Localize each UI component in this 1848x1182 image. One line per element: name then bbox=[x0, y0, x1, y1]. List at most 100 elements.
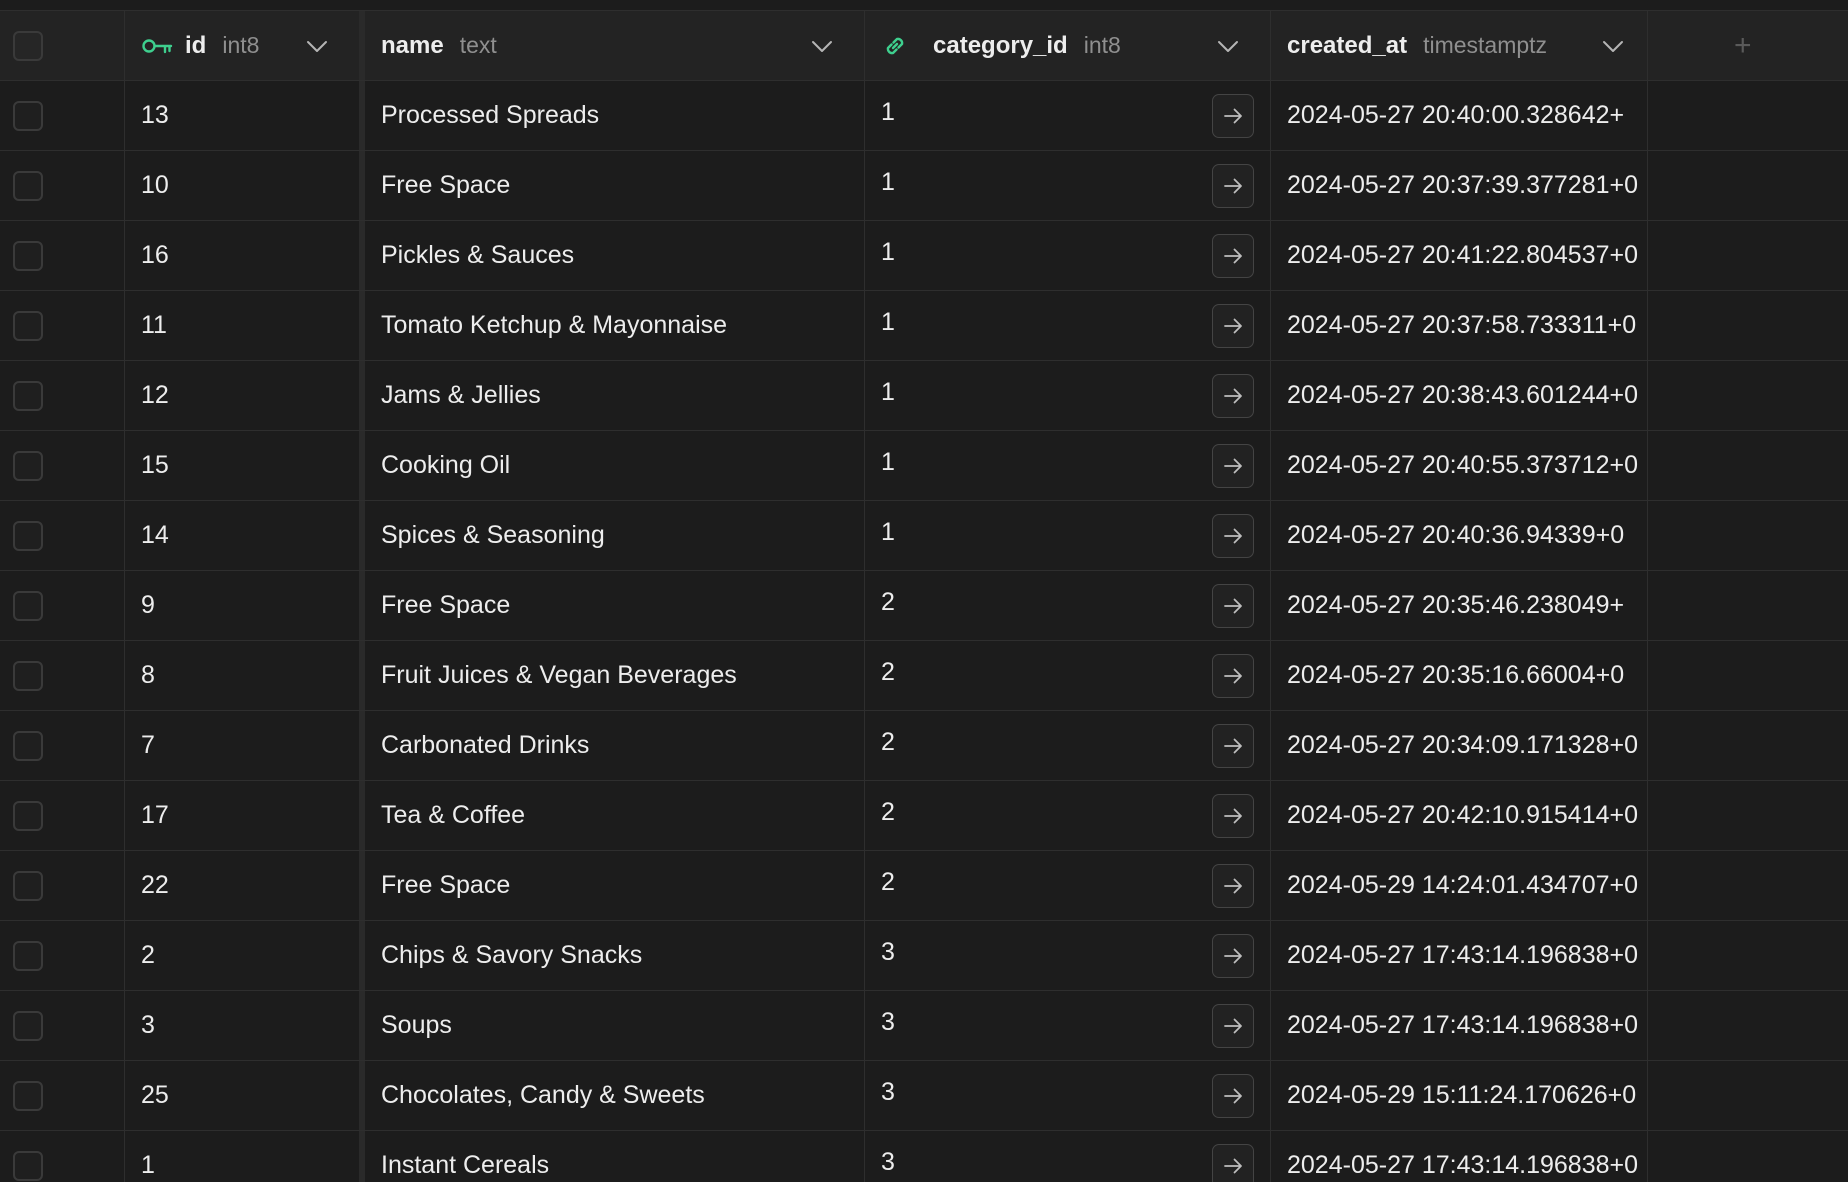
cell-name[interactable]: Free Space bbox=[365, 571, 865, 640]
cell-category-id[interactable]: 2 bbox=[865, 851, 1271, 920]
open-reference-button[interactable] bbox=[1212, 93, 1254, 138]
cell-category-id[interactable]: 2 bbox=[865, 711, 1271, 780]
cell-created-at[interactable]: 2024-05-27 20:40:55.373712+0 bbox=[1271, 431, 1648, 500]
cell-category-id[interactable]: 1 bbox=[865, 291, 1271, 360]
open-reference-button[interactable] bbox=[1212, 233, 1254, 278]
row-checkbox[interactable] bbox=[13, 1150, 43, 1181]
row-checkbox[interactable] bbox=[13, 1080, 43, 1111]
table-row[interactable]: 10 Free Space 1 2024-05-27 20:37:39.3772… bbox=[0, 151, 1848, 221]
cell-category-id[interactable]: 3 bbox=[865, 921, 1271, 990]
cell-name[interactable]: Tea & Coffee bbox=[365, 781, 865, 850]
column-header-name[interactable]: name text bbox=[365, 11, 865, 80]
cell-category-id[interactable]: 1 bbox=[865, 431, 1271, 500]
open-reference-button[interactable] bbox=[1212, 863, 1254, 908]
cell-created-at[interactable]: 2024-05-27 17:43:14.196838+0 bbox=[1271, 991, 1648, 1060]
open-reference-button[interactable] bbox=[1212, 583, 1254, 628]
cell-name[interactable]: Cooking Oil bbox=[365, 431, 865, 500]
cell-name[interactable]: Processed Spreads bbox=[365, 81, 865, 150]
cell-category-id[interactable]: 3 bbox=[865, 1131, 1271, 1182]
table-row[interactable]: 12 Jams & Jellies 1 2024-05-27 20:38:43.… bbox=[0, 361, 1848, 431]
cell-id[interactable]: 2 bbox=[125, 921, 365, 990]
select-all-checkbox[interactable] bbox=[13, 30, 43, 61]
row-checkbox[interactable] bbox=[13, 450, 43, 481]
cell-category-id[interactable]: 1 bbox=[865, 81, 1271, 150]
cell-name[interactable]: Free Space bbox=[365, 151, 865, 220]
cell-created-at[interactable]: 2024-05-27 20:37:39.377281+0 bbox=[1271, 151, 1648, 220]
cell-id[interactable]: 3 bbox=[125, 991, 365, 1060]
cell-category-id[interactable]: 1 bbox=[865, 221, 1271, 290]
open-reference-button[interactable] bbox=[1212, 933, 1254, 978]
cell-id[interactable]: 13 bbox=[125, 81, 365, 150]
cell-category-id[interactable]: 1 bbox=[865, 501, 1271, 570]
open-reference-button[interactable] bbox=[1212, 163, 1254, 208]
table-row[interactable]: 13 Processed Spreads 1 2024-05-27 20:40:… bbox=[0, 81, 1848, 151]
cell-created-at[interactable]: 2024-05-27 20:35:46.238049+ bbox=[1271, 571, 1648, 640]
cell-name[interactable]: Soups bbox=[365, 991, 865, 1060]
cell-id[interactable]: 14 bbox=[125, 501, 365, 570]
row-checkbox[interactable] bbox=[13, 240, 43, 271]
column-header-created-at[interactable]: created_at timestamptz bbox=[1271, 11, 1648, 80]
chevron-down-icon[interactable] bbox=[305, 34, 329, 58]
chevron-down-icon[interactable] bbox=[810, 34, 834, 58]
cell-created-at[interactable]: 2024-05-27 20:40:36.94339+0 bbox=[1271, 501, 1648, 570]
table-row[interactable]: 14 Spices & Seasoning 1 2024-05-27 20:40… bbox=[0, 501, 1848, 571]
chevron-down-icon[interactable] bbox=[1216, 34, 1240, 58]
open-reference-button[interactable] bbox=[1212, 793, 1254, 838]
cell-created-at[interactable]: 2024-05-27 20:40:00.328642+ bbox=[1271, 81, 1648, 150]
table-row[interactable]: 16 Pickles & Sauces 1 2024-05-27 20:41:2… bbox=[0, 221, 1848, 291]
table-row[interactable]: 22 Free Space 2 2024-05-29 14:24:01.4347… bbox=[0, 851, 1848, 921]
cell-category-id[interactable]: 2 bbox=[865, 571, 1271, 640]
cell-id[interactable]: 16 bbox=[125, 221, 365, 290]
row-checkbox[interactable] bbox=[13, 100, 43, 131]
open-reference-button[interactable] bbox=[1212, 373, 1254, 418]
cell-name[interactable]: Tomato Ketchup & Mayonnaise bbox=[365, 291, 865, 360]
row-checkbox[interactable] bbox=[13, 310, 43, 341]
cell-name[interactable]: Instant Cereals bbox=[365, 1131, 865, 1182]
cell-id[interactable]: 25 bbox=[125, 1061, 365, 1130]
cell-category-id[interactable]: 1 bbox=[865, 361, 1271, 430]
table-row[interactable]: 3 Soups 3 2024-05-27 17:43:14.196838+0 bbox=[0, 991, 1848, 1061]
cell-created-at[interactable]: 2024-05-27 20:41:22.804537+0 bbox=[1271, 221, 1648, 290]
table-row[interactable]: 2 Chips & Savory Snacks 3 2024-05-27 17:… bbox=[0, 921, 1848, 991]
row-checkbox[interactable] bbox=[13, 170, 43, 201]
row-checkbox[interactable] bbox=[13, 870, 43, 901]
row-checkbox[interactable] bbox=[13, 1010, 43, 1041]
cell-created-at[interactable]: 2024-05-27 17:43:14.196838+0 bbox=[1271, 1131, 1648, 1182]
open-reference-button[interactable] bbox=[1212, 1003, 1254, 1048]
cell-id[interactable]: 8 bbox=[125, 641, 365, 710]
cell-created-at[interactable]: 2024-05-27 20:37:58.733311+0 bbox=[1271, 291, 1648, 360]
row-checkbox[interactable] bbox=[13, 730, 43, 761]
table-row[interactable]: 11 Tomato Ketchup & Mayonnaise 1 2024-05… bbox=[0, 291, 1848, 361]
open-reference-button[interactable] bbox=[1212, 1143, 1254, 1182]
cell-name[interactable]: Spices & Seasoning bbox=[365, 501, 865, 570]
cell-id[interactable]: 11 bbox=[125, 291, 365, 360]
cell-id[interactable]: 12 bbox=[125, 361, 365, 430]
chevron-down-icon[interactable] bbox=[1601, 34, 1625, 58]
cell-name[interactable]: Free Space bbox=[365, 851, 865, 920]
table-row[interactable]: 17 Tea & Coffee 2 2024-05-27 20:42:10.91… bbox=[0, 781, 1848, 851]
open-reference-button[interactable] bbox=[1212, 723, 1254, 768]
cell-category-id[interactable]: 3 bbox=[865, 991, 1271, 1060]
column-header-id[interactable]: id int8 bbox=[125, 11, 365, 80]
cell-name[interactable]: Chocolates, Candy & Sweets bbox=[365, 1061, 865, 1130]
cell-created-at[interactable]: 2024-05-29 15:11:24.170626+0 bbox=[1271, 1061, 1648, 1130]
cell-name[interactable]: Carbonated Drinks bbox=[365, 711, 865, 780]
open-reference-button[interactable] bbox=[1212, 653, 1254, 698]
open-reference-button[interactable] bbox=[1212, 443, 1254, 488]
row-checkbox[interactable] bbox=[13, 380, 43, 411]
cell-category-id[interactable]: 2 bbox=[865, 641, 1271, 710]
cell-name[interactable]: Pickles & Sauces bbox=[365, 221, 865, 290]
table-row[interactable]: 9 Free Space 2 2024-05-27 20:35:46.23804… bbox=[0, 571, 1848, 641]
plus-icon[interactable]: + bbox=[1734, 30, 1752, 61]
open-reference-button[interactable] bbox=[1212, 303, 1254, 348]
cell-id[interactable]: 7 bbox=[125, 711, 365, 780]
cell-id[interactable]: 22 bbox=[125, 851, 365, 920]
row-checkbox[interactable] bbox=[13, 660, 43, 691]
cell-created-at[interactable]: 2024-05-27 20:38:43.601244+0 bbox=[1271, 361, 1648, 430]
cell-id[interactable]: 9 bbox=[125, 571, 365, 640]
cell-id[interactable]: 1 bbox=[125, 1131, 365, 1182]
cell-created-at[interactable]: 2024-05-27 17:43:14.196838+0 bbox=[1271, 921, 1648, 990]
open-reference-button[interactable] bbox=[1212, 1073, 1254, 1118]
cell-category-id[interactable]: 1 bbox=[865, 151, 1271, 220]
cell-id[interactable]: 17 bbox=[125, 781, 365, 850]
